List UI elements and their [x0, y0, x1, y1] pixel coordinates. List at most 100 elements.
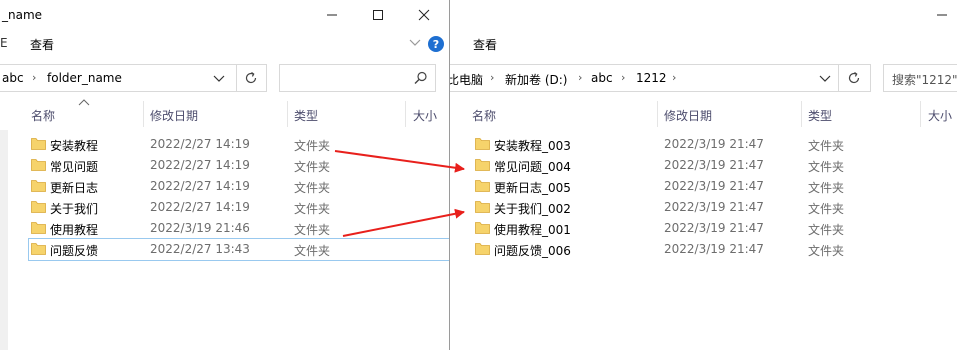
column-header-date[interactable]: 修改日期 [664, 107, 712, 124]
address-history-button[interactable] [213, 73, 225, 87]
breadcrumb-item[interactable]: abc [591, 71, 613, 85]
column-header-name[interactable]: 名称 [472, 107, 496, 124]
item-type: 文件夹 [294, 181, 331, 195]
breadcrumb-item[interactable]: 比电脑 [450, 71, 483, 88]
folder-icon [475, 222, 490, 234]
menu-view[interactable]: 查看 [473, 36, 497, 53]
list-item[interactable]: 关于我们 2022/2/27 14:19 文件夹 [0, 197, 449, 218]
address-history-button[interactable] [819, 73, 831, 87]
help-icon: ? [428, 36, 444, 52]
folder-icon [31, 201, 46, 213]
maximize-icon [373, 10, 383, 20]
folder-name: 更新日志 [50, 181, 99, 195]
maximize-button[interactable] [366, 4, 390, 26]
sort-ascending-icon [78, 99, 90, 106]
folder-icon [475, 138, 490, 150]
item-type: 文件夹 [294, 139, 331, 153]
minimize-button[interactable] [320, 4, 344, 26]
close-button[interactable] [412, 4, 436, 26]
column-header-size[interactable]: 大小 [928, 107, 952, 124]
modified-date: 2022/2/27 14:19 [150, 179, 250, 193]
breadcrumb-item[interactable]: 1212 [636, 71, 667, 85]
list-item[interactable]: 安装教程_003 2022/3/19 21:47 文件夹 [450, 134, 957, 155]
modified-date: 2022/3/19 21:47 [664, 158, 764, 172]
list-item[interactable]: 问题反馈_006 2022/3/19 21:47 文件夹 [450, 239, 957, 260]
modified-date: 2022/3/19 21:47 [664, 221, 764, 235]
refresh-icon [245, 72, 257, 84]
right-explorer-window: 查看 比电脑 › 新加卷 (D:) › abc › 1212 › 搜索"1212… [450, 0, 957, 350]
item-type: 文件夹 [808, 223, 845, 237]
column-header-name[interactable]: 名称 [31, 107, 55, 124]
item-type: 文件夹 [808, 181, 845, 195]
item-type: 文件夹 [808, 244, 845, 258]
list-item[interactable]: 安装教程 2022/2/27 14:19 文件夹 [0, 134, 449, 155]
folder-name: 使用教程 [50, 223, 99, 237]
modified-date: 2022/3/19 21:47 [664, 137, 764, 151]
breadcrumb-separator-icon: › [621, 71, 626, 84]
folder-name: 问题反馈 [50, 244, 99, 258]
folder-name: 常见问题_004 [494, 160, 571, 174]
modified-date: 2022/2/27 14:19 [150, 200, 250, 214]
folder-name: 常见问题 [50, 160, 99, 174]
modified-date: 2022/3/19 21:46 [150, 221, 250, 235]
column-header-type[interactable]: 类型 [808, 107, 832, 124]
folder-icon [475, 243, 490, 255]
item-type: 文件夹 [808, 202, 845, 216]
folder-name: 关于我们 [50, 202, 99, 216]
refresh-button[interactable] [838, 64, 871, 92]
refresh-icon [848, 72, 860, 84]
breadcrumb-item[interactable]: abc [2, 71, 24, 85]
chevron-down-icon [819, 75, 831, 82]
item-type: 文件夹 [808, 160, 845, 174]
modified-date: 2022/3/19 21:47 [664, 200, 764, 214]
folder-name: 关于我们_002 [494, 202, 571, 216]
folder-name: 安装教程_003 [494, 139, 571, 153]
list-item[interactable]: 更新日志 2022/2/27 14:19 文件夹 [0, 176, 449, 197]
breadcrumb-separator-icon: › [490, 71, 495, 84]
left-explorer-window: _name E 查看 ? abc › folder_name 名称 修改日期 类… [0, 0, 450, 350]
folder-icon [31, 180, 46, 192]
folder-icon [31, 222, 46, 234]
modified-date: 2022/2/27 14:19 [150, 137, 250, 151]
close-icon [418, 9, 430, 21]
minimize-button[interactable] [930, 4, 954, 26]
item-type: 文件夹 [294, 223, 331, 237]
column-header-size[interactable]: 大小 [413, 107, 437, 124]
scrollbar[interactable] [0, 130, 8, 350]
help-button[interactable]: ? [428, 36, 444, 55]
list-item[interactable]: 常见问题 2022/2/27 14:19 文件夹 [0, 155, 449, 176]
breadcrumb-separator-icon: › [578, 71, 583, 84]
minimize-icon [327, 14, 337, 16]
list-item[interactable]: 常见问题_004 2022/3/19 21:47 文件夹 [450, 155, 957, 176]
list-item[interactable]: 更新日志_005 2022/3/19 21:47 文件夹 [450, 176, 957, 197]
search-placeholder[interactable]: 搜索"1212" [892, 71, 957, 88]
folder-name: 安装教程 [50, 139, 99, 153]
folder-icon [31, 243, 46, 255]
item-type: 文件夹 [808, 139, 845, 153]
folder-name: 使用教程_001 [494, 223, 571, 237]
item-type: 文件夹 [294, 160, 331, 174]
list-item[interactable]: 关于我们_002 2022/3/19 21:47 文件夹 [450, 197, 957, 218]
menu-view[interactable]: 查看 [30, 36, 54, 53]
chevron-down-icon [213, 75, 225, 82]
folder-icon [475, 201, 490, 213]
window-title: _name [2, 8, 43, 22]
list-item[interactable]: 使用教程_001 2022/3/19 21:47 文件夹 [450, 218, 957, 239]
refresh-button[interactable] [236, 64, 267, 92]
item-type: 文件夹 [294, 244, 331, 258]
menu-file-stub[interactable]: E [0, 36, 8, 50]
breadcrumb-item[interactable]: 新加卷 (D:) [505, 71, 567, 88]
svg-text:?: ? [433, 38, 439, 51]
list-item[interactable]: 使用教程 2022/3/19 21:46 文件夹 [0, 218, 449, 239]
folder-icon [31, 159, 46, 171]
minimize-icon [937, 14, 947, 16]
column-header-date[interactable]: 修改日期 [150, 107, 198, 124]
breadcrumb-separator-icon: › [32, 71, 37, 84]
column-header-type[interactable]: 类型 [294, 107, 318, 124]
folder-icon [31, 138, 46, 150]
breadcrumb-item[interactable]: folder_name [47, 71, 122, 85]
search-input[interactable] [279, 64, 436, 92]
modified-date: 2022/3/19 21:47 [664, 242, 764, 256]
list-item[interactable]: 问题反馈 2022/2/27 13:43 文件夹 [0, 239, 449, 260]
ribbon-expand-button[interactable] [409, 37, 421, 51]
